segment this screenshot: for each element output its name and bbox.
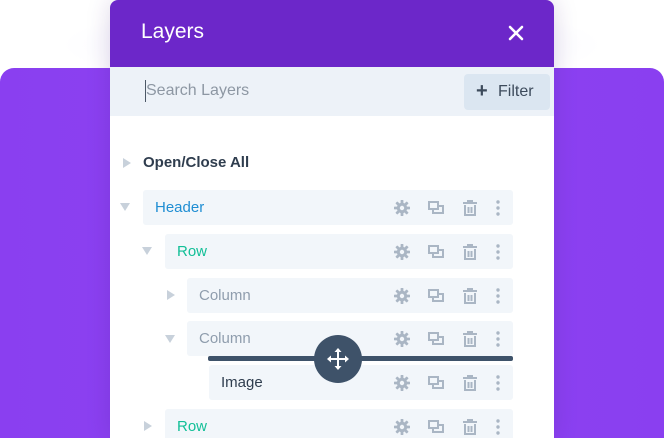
layer-row-header[interactable]: Header: [143, 190, 513, 225]
more-icon[interactable]: [489, 330, 507, 348]
panel-title: Layers: [141, 20, 205, 43]
filter-button[interactable]: + Filter: [464, 74, 550, 110]
more-icon[interactable]: [489, 287, 507, 305]
caret-right-icon: [123, 158, 131, 168]
plus-icon: +: [476, 80, 488, 102]
layers-panel: Layers + Filter Open/Close All Header Ro…: [110, 0, 554, 438]
gear-icon[interactable]: [393, 243, 411, 261]
layer-row-row[interactable]: Row: [165, 409, 513, 438]
close-icon: [508, 25, 524, 41]
duplicate-icon[interactable]: [427, 199, 445, 217]
text-caret: [145, 80, 146, 102]
layer-label: Header: [155, 199, 205, 216]
panel-header: Layers: [110, 0, 554, 67]
move-handle[interactable]: [314, 335, 362, 383]
open-close-all-toggle[interactable]: Open/Close All: [110, 150, 554, 176]
gear-icon[interactable]: [393, 199, 411, 217]
caret-down-icon[interactable]: [142, 246, 152, 256]
more-icon[interactable]: [489, 374, 507, 392]
layer-row-row[interactable]: Row: [165, 234, 513, 269]
layer-label: Row: [177, 243, 208, 260]
trash-icon[interactable]: [461, 330, 479, 348]
trash-icon[interactable]: [461, 243, 479, 261]
layer-label: Image: [221, 374, 263, 391]
caret-right-icon[interactable]: [166, 290, 176, 300]
caret-down-icon[interactable]: [165, 334, 175, 344]
trash-icon[interactable]: [461, 418, 479, 436]
gear-icon[interactable]: [393, 330, 411, 348]
duplicate-icon[interactable]: [427, 287, 445, 305]
trash-icon[interactable]: [461, 287, 479, 305]
search-input[interactable]: [144, 78, 446, 104]
gear-icon[interactable]: [393, 374, 411, 392]
duplicate-icon[interactable]: [427, 330, 445, 348]
trash-icon[interactable]: [461, 374, 479, 392]
filter-label: Filter: [498, 83, 534, 100]
close-button[interactable]: [504, 21, 528, 45]
duplicate-icon[interactable]: [427, 418, 445, 436]
open-close-all-label: Open/Close All: [143, 154, 250, 171]
caret-right-icon[interactable]: [143, 421, 153, 431]
layer-label: Row: [177, 418, 208, 435]
layer-label: Column: [199, 287, 251, 304]
move-icon: [327, 348, 349, 370]
duplicate-icon[interactable]: [427, 243, 445, 261]
caret-down-icon[interactable]: [120, 202, 130, 212]
duplicate-icon[interactable]: [427, 374, 445, 392]
layer-row-column[interactable]: Column: [187, 278, 513, 313]
gear-icon[interactable]: [393, 287, 411, 305]
more-icon[interactable]: [489, 199, 507, 217]
layer-label: Column: [199, 330, 251, 347]
more-icon[interactable]: [489, 418, 507, 436]
gear-icon[interactable]: [393, 418, 411, 436]
trash-icon[interactable]: [461, 199, 479, 217]
more-icon[interactable]: [489, 243, 507, 261]
